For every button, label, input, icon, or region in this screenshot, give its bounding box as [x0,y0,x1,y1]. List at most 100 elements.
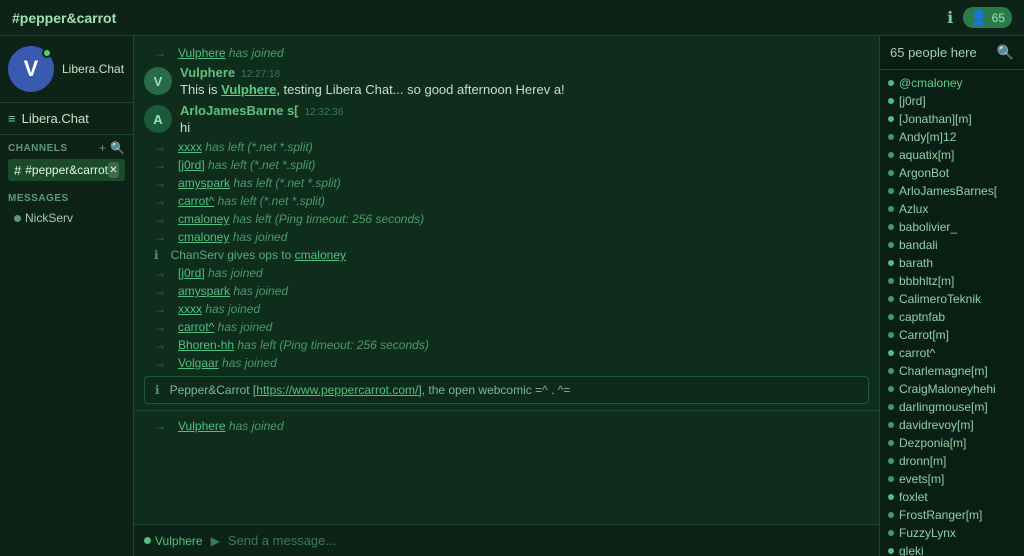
sidebar-item-nickserv[interactable]: NickServ [8,208,125,228]
user-item[interactable]: Andy[m]12 [880,128,1024,146]
arrow-icon: → [154,46,166,60]
user-status-dot [888,548,894,554]
user-item[interactable]: captnfab [880,308,1024,326]
users-search-icon[interactable]: 🔍 [997,44,1014,61]
user-item[interactable]: FuzzyLynx [880,524,1024,542]
user-item[interactable]: gleki_ [880,542,1024,556]
user-status-dot [888,422,894,428]
user-item[interactable]: carrot^ [880,344,1024,362]
user-item[interactable]: CalimeroTeknik [880,290,1024,308]
username: captnfab [899,310,945,324]
sidebar-item-pepper-carrot[interactable]: # #pepper&carrot ✕ [8,159,125,181]
people-badge[interactable]: 👤 65 [963,7,1012,28]
user-status-dot [888,134,894,140]
online-dot [42,48,52,58]
username: [j0rd] [899,94,926,108]
system-message: → Vulphere has joined [134,417,879,435]
avatar: V [8,46,54,92]
top-bar-actions: ℹ 👤 65 [947,7,1012,28]
username: CalimeroTeknik [899,292,981,306]
system-message: → amyspark has joined [134,282,879,300]
user-item[interactable]: ArloJamesBarnes[ [880,182,1024,200]
user-status-dot [888,494,894,500]
user-status-dot [888,386,894,392]
user-status-dot [888,314,894,320]
system-message: → Bhoren-hh has left (Ping timeout: 256 … [134,336,879,354]
user-item[interactable]: @cmaloney [880,74,1024,92]
system-text: Vulphere has joined [178,46,284,60]
user-item[interactable]: Charlemagne[m] [880,362,1024,380]
user-status-dot [888,440,894,446]
username: babolivier_ [899,220,957,234]
user-status-dot [888,188,894,194]
user-item[interactable]: CraigMaloneyhehi [880,380,1024,398]
system-message: → Volgaar has joined [134,354,879,372]
channel-name: #pepper&carrot [25,163,108,177]
user-item[interactable]: [j0rd] [880,92,1024,110]
input-username: Vulphere [155,534,203,548]
user-status-dot [888,368,894,374]
username: @cmaloney [899,76,963,90]
message-content: Vulphere 12:27:18 This is Vulphere, test… [180,65,869,97]
username: dronn[m] [899,454,946,468]
user-item[interactable]: FrostRanger[m] [880,506,1024,524]
username: evets[m] [899,472,944,486]
message-text: hi [180,120,869,135]
channels-actions: + 🔍 [99,141,125,155]
search-channels-icon[interactable]: 🔍 [110,141,125,155]
pinned-link[interactable]: https://www.peppercarrot.com/ [256,383,418,397]
chat-messages: → Vulphere has joined V Vulphere 12:27:1… [134,36,879,524]
users-count: 65 people here [890,45,977,60]
message-header: ArloJamesBarne s[ 12:32:36 [180,103,869,118]
user-item[interactable]: barath [880,254,1024,272]
info-icon[interactable]: ℹ [947,8,953,28]
user-item[interactable]: Carrot[m] [880,326,1024,344]
username: Andy[m]12 [899,130,956,144]
chat-message: V Vulphere 12:27:18 This is Vulphere, te… [134,62,879,100]
user-item[interactable]: darlingmouse[m] [880,398,1024,416]
system-message: → cmaloney has left (Ping timeout: 256 s… [134,210,879,228]
user-status-dot [888,530,894,536]
dm-dot [14,215,21,222]
user-status-dot [888,224,894,230]
messages-section: MESSAGES NickServ [0,187,133,230]
people-count: 65 [992,11,1005,25]
message-text: This is Vulphere, testing Libera Chat...… [180,82,869,97]
system-message: → cmaloney has joined [134,228,879,246]
user-status-dot [888,206,894,212]
main-layout: V Libera.Chat ≡ Libera.Chat CHANNELS + 🔍… [0,36,1024,556]
user-item[interactable]: aquatix[m] [880,146,1024,164]
user-item[interactable]: bandali [880,236,1024,254]
user-item[interactable]: davidrevoy[m] [880,416,1024,434]
close-channel-button[interactable]: ✕ [108,162,119,178]
sidebar-header: V Libera.Chat [0,36,133,103]
username: davidrevoy[m] [899,418,974,432]
user-item[interactable]: babolivier_ [880,218,1024,236]
user-item[interactable]: Azlux [880,200,1024,218]
user-item[interactable]: evets[m] [880,470,1024,488]
message-header: Vulphere 12:27:18 [180,65,869,80]
username: Dezponia[m] [899,436,966,450]
pinned-text: Pepper&Carrot [https://www.peppercarrot.… [170,383,571,397]
username: bbbhltz[m] [899,274,954,288]
user-item[interactable]: Dezponia[m] [880,434,1024,452]
channels-section: CHANNELS + 🔍 # #pepper&carrot ✕ [0,135,133,183]
sidebar-app-name: ≡ Libera.Chat [0,103,133,135]
username: Charlemagne[m] [899,364,988,378]
user-item[interactable]: [Jonathan][m] [880,110,1024,128]
message-input[interactable] [228,533,869,548]
user-item[interactable]: foxlet [880,488,1024,506]
user-item[interactable]: bbbhltz[m] [880,272,1024,290]
add-channel-icon[interactable]: + [99,141,106,155]
pinned-message: ℹ Pepper&Carrot [https://www.peppercarro… [144,376,869,404]
user-item[interactable]: ArgonBot [880,164,1024,182]
user-status-dot [888,80,894,86]
user-status-dot [888,152,894,158]
message-time: 12:27:18 [241,69,280,80]
username: carrot^ [899,346,935,360]
user-item[interactable]: dronn[m] [880,452,1024,470]
username: [Jonathan][m] [899,112,972,126]
message-avatar: V [144,67,172,95]
username: foxlet [899,490,928,504]
user-status-dot [888,512,894,518]
